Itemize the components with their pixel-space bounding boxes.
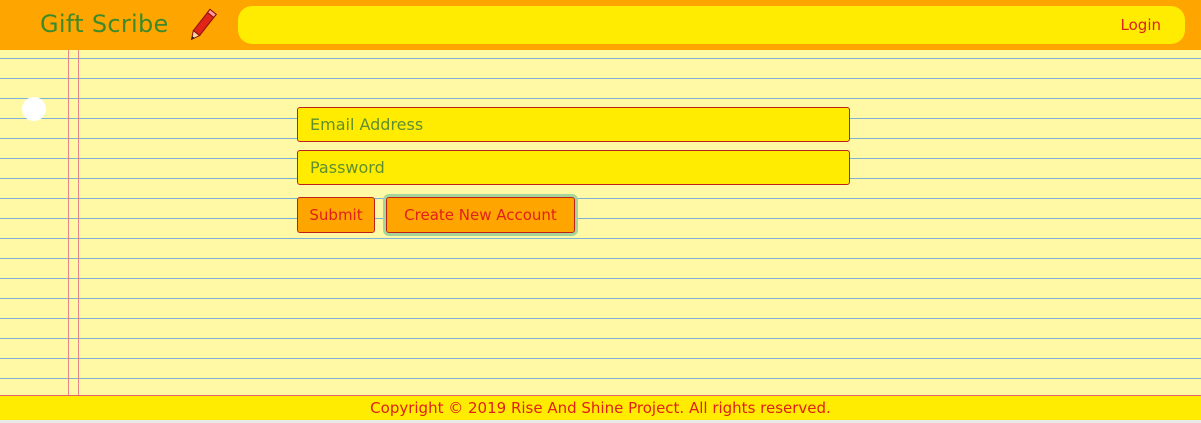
create-account-button[interactable]: Create New Account <box>386 197 575 233</box>
punch-hole <box>22 97 46 121</box>
brand-logo[interactable]: Gift Scribe <box>40 7 169 41</box>
email-input[interactable] <box>297 107 850 142</box>
header: Gift Scribe Login <box>0 0 1201 50</box>
navbar: Login <box>238 6 1185 44</box>
copyright-text: Copyright © 2019 Rise And Shine Project.… <box>370 399 831 417</box>
brand-title: Gift Scribe <box>40 10 169 38</box>
margin-line-right <box>78 50 79 395</box>
notebook-paper: Submit Create New Account <box>0 50 1201 395</box>
margin-line-left <box>68 50 69 395</box>
login-link[interactable]: Login <box>1121 16 1161 34</box>
password-input[interactable] <box>297 150 850 185</box>
footer: Copyright © 2019 Rise And Shine Project.… <box>0 395 1201 420</box>
submit-button[interactable]: Submit <box>297 197 375 233</box>
pencil-icon <box>190 8 217 41</box>
